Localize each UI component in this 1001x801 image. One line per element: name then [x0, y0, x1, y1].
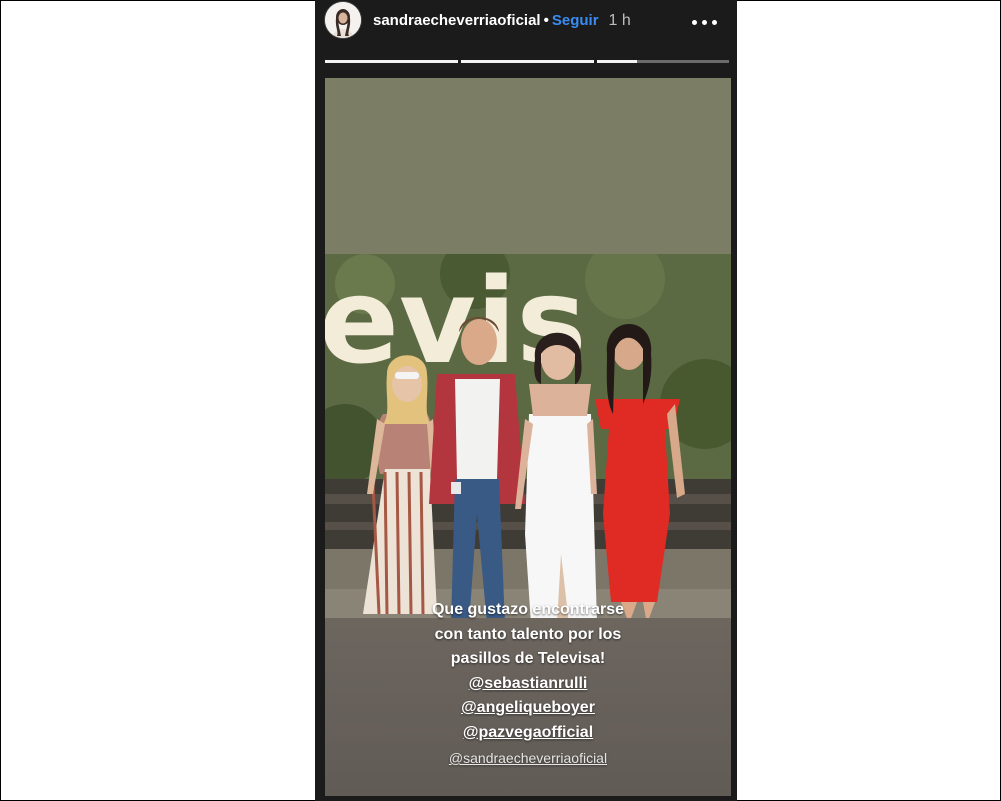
- instagram-story-viewer: sandraecheverriaoficial • Seguir 1 h evis: [315, 0, 737, 801]
- avatar[interactable]: [325, 2, 361, 38]
- username-link[interactable]: sandraecheverriaoficial: [373, 12, 541, 29]
- more-dot: [702, 20, 707, 25]
- mention-angeliqueboyer[interactable]: @angeliqueboyer: [325, 696, 731, 721]
- story-header: sandraecheverriaoficial • Seguir 1 h: [315, 0, 737, 46]
- story-progress-bar: [325, 60, 729, 63]
- story-caption: Que gustazo encontrarse con tanto talent…: [325, 598, 731, 745]
- mention-pazvegaofficial[interactable]: @pazvegaofficial: [325, 721, 731, 746]
- caption-line: con tanto talento por los: [434, 625, 622, 643]
- progress-segment: [325, 60, 458, 63]
- more-horizontal-icon[interactable]: [690, 12, 720, 32]
- mention-sebastianrulli[interactable]: @sebastianrulli: [325, 672, 731, 697]
- caption-line: Que gustazo encontrarse: [431, 601, 625, 618]
- user-line: sandraecheverriaoficial • Seguir 1 h: [373, 12, 631, 30]
- progress-segment-current: [597, 60, 729, 63]
- media-top-band: [325, 78, 731, 254]
- more-dot: [692, 20, 697, 25]
- more-dot: [712, 20, 717, 25]
- progress-segment: [461, 60, 594, 63]
- story-media[interactable]: evis Que gustazo encontrarse con tanto t…: [325, 78, 731, 796]
- timestamp: 1 h: [608, 12, 631, 29]
- follow-button[interactable]: Seguir: [552, 12, 599, 29]
- separator-dot: •: [543, 12, 549, 29]
- caption-line: pasillos de Televisa!: [450, 650, 606, 667]
- owner-mention-sticker[interactable]: @sandraecheverriaoficial: [325, 750, 731, 766]
